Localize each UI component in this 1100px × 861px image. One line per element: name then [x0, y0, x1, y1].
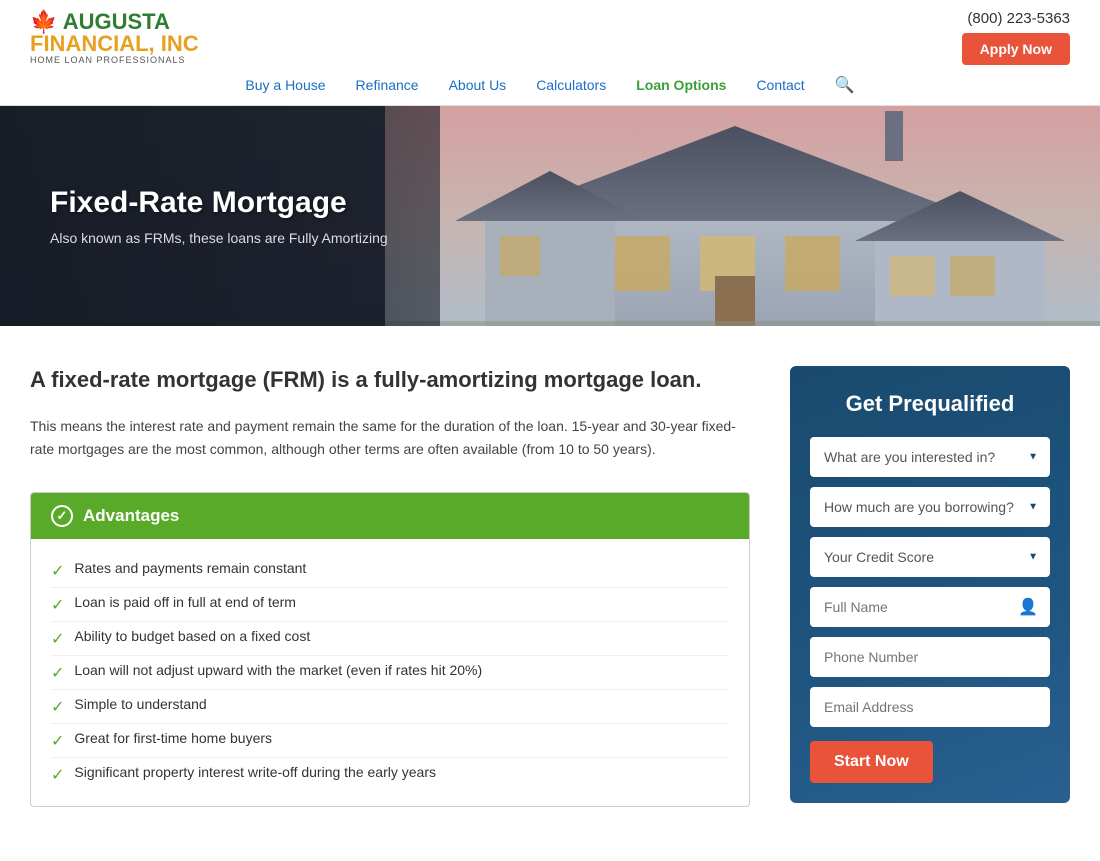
advantages-box: ✓ Advantages ✓Rates and payments remain … [30, 492, 750, 807]
check-icon: ✓ [51, 697, 64, 717]
hero-banner: Fixed-Rate Mortgage Also known as FRMs, … [0, 106, 1100, 326]
header-right: (800) 223-5363 Apply Now [962, 10, 1070, 65]
list-item: ✓Simple to understand [51, 690, 729, 724]
right-column: Get Prequalified What are you interested… [790, 366, 1070, 803]
check-icon: ✓ [51, 595, 64, 615]
hero-image [385, 106, 1100, 326]
prequalified-form: Get Prequalified What are you interested… [790, 366, 1070, 803]
logo-fin: FINANCIAL, INC [30, 31, 199, 56]
phone-input[interactable] [810, 637, 1050, 677]
check-icon: ✓ [51, 765, 64, 785]
hero-title: Fixed-Rate Mortgage [50, 186, 388, 220]
nav-calculators[interactable]: Calculators [536, 77, 606, 93]
person-icon: 👤 [1018, 597, 1038, 617]
email-wrapper [810, 687, 1050, 727]
nav-refinance[interactable]: Refinance [356, 77, 419, 93]
list-item: ✓Significant property interest write-off… [51, 758, 729, 791]
left-column: A fixed-rate mortgage (FRM) is a fully-a… [30, 366, 790, 807]
main-paragraph: This means the interest rate and payment… [30, 415, 750, 463]
apply-now-button[interactable]: Apply Now [962, 33, 1070, 65]
check-icon: ✓ [51, 629, 64, 649]
header: 🍁 AUGUSTA FINANCIAL, INC HOME LOAN PROFE… [0, 0, 1100, 65]
check-icon: ✓ [51, 663, 64, 683]
navigation: Buy a House Refinance About Us Calculato… [0, 65, 1100, 106]
hero-subtitle: Also known as FRMs, these loans are Full… [50, 230, 388, 246]
interest-wrapper: What are you interested in? Purchase Ref… [810, 437, 1050, 477]
list-item: ✓Rates and payments remain constant [51, 554, 729, 588]
search-icon[interactable]: 🔍 [835, 75, 855, 95]
check-icon: ✓ [51, 561, 64, 581]
advantages-header: ✓ Advantages [31, 493, 749, 539]
full-name-input[interactable] [810, 587, 1050, 627]
advantages-title: Advantages [83, 506, 179, 526]
hero-content: Fixed-Rate Mortgage Also known as FRMs, … [0, 186, 438, 246]
check-icon: ✓ [51, 731, 64, 751]
phone-wrapper [810, 637, 1050, 677]
interest-select[interactable]: What are you interested in? Purchase Ref… [810, 437, 1050, 477]
advantages-list: ✓Rates and payments remain constant ✓Loa… [31, 539, 749, 806]
advantages-check-icon: ✓ [51, 505, 73, 527]
credit-wrapper: Your Credit Score 760+ 720-759 680-719 6… [810, 537, 1050, 577]
main-heading: A fixed-rate mortgage (FRM) is a fully-a… [30, 366, 750, 395]
list-item: ✓Ability to budget based on a fixed cost [51, 622, 729, 656]
nav-buy-house[interactable]: Buy a House [245, 77, 325, 93]
credit-select[interactable]: Your Credit Score 760+ 720-759 680-719 6… [810, 537, 1050, 577]
phone-number: (800) 223-5363 [967, 10, 1070, 27]
email-input[interactable] [810, 687, 1050, 727]
name-wrapper: 👤 [810, 587, 1050, 627]
form-title: Get Prequalified [810, 391, 1050, 417]
list-item: ✓Loan is paid off in full at end of term [51, 588, 729, 622]
list-item: ✓Great for first-time home buyers [51, 724, 729, 758]
start-now-button[interactable]: Start Now [810, 741, 933, 783]
nav-about-us[interactable]: About Us [449, 77, 507, 93]
logo-tagline: HOME LOAN PROFESSIONALS [30, 55, 199, 65]
logo: 🍁 AUGUSTA FINANCIAL, INC HOME LOAN PROFE… [30, 11, 199, 65]
borrow-select[interactable]: How much are you borrowing? Under $100k … [810, 487, 1050, 527]
nav-loan-options[interactable]: Loan Options [636, 77, 726, 93]
main-content: A fixed-rate mortgage (FRM) is a fully-a… [0, 326, 1100, 847]
borrow-wrapper: How much are you borrowing? Under $100k … [810, 487, 1050, 527]
nav-contact[interactable]: Contact [756, 77, 804, 93]
list-item: ✓Loan will not adjust upward with the ma… [51, 656, 729, 690]
